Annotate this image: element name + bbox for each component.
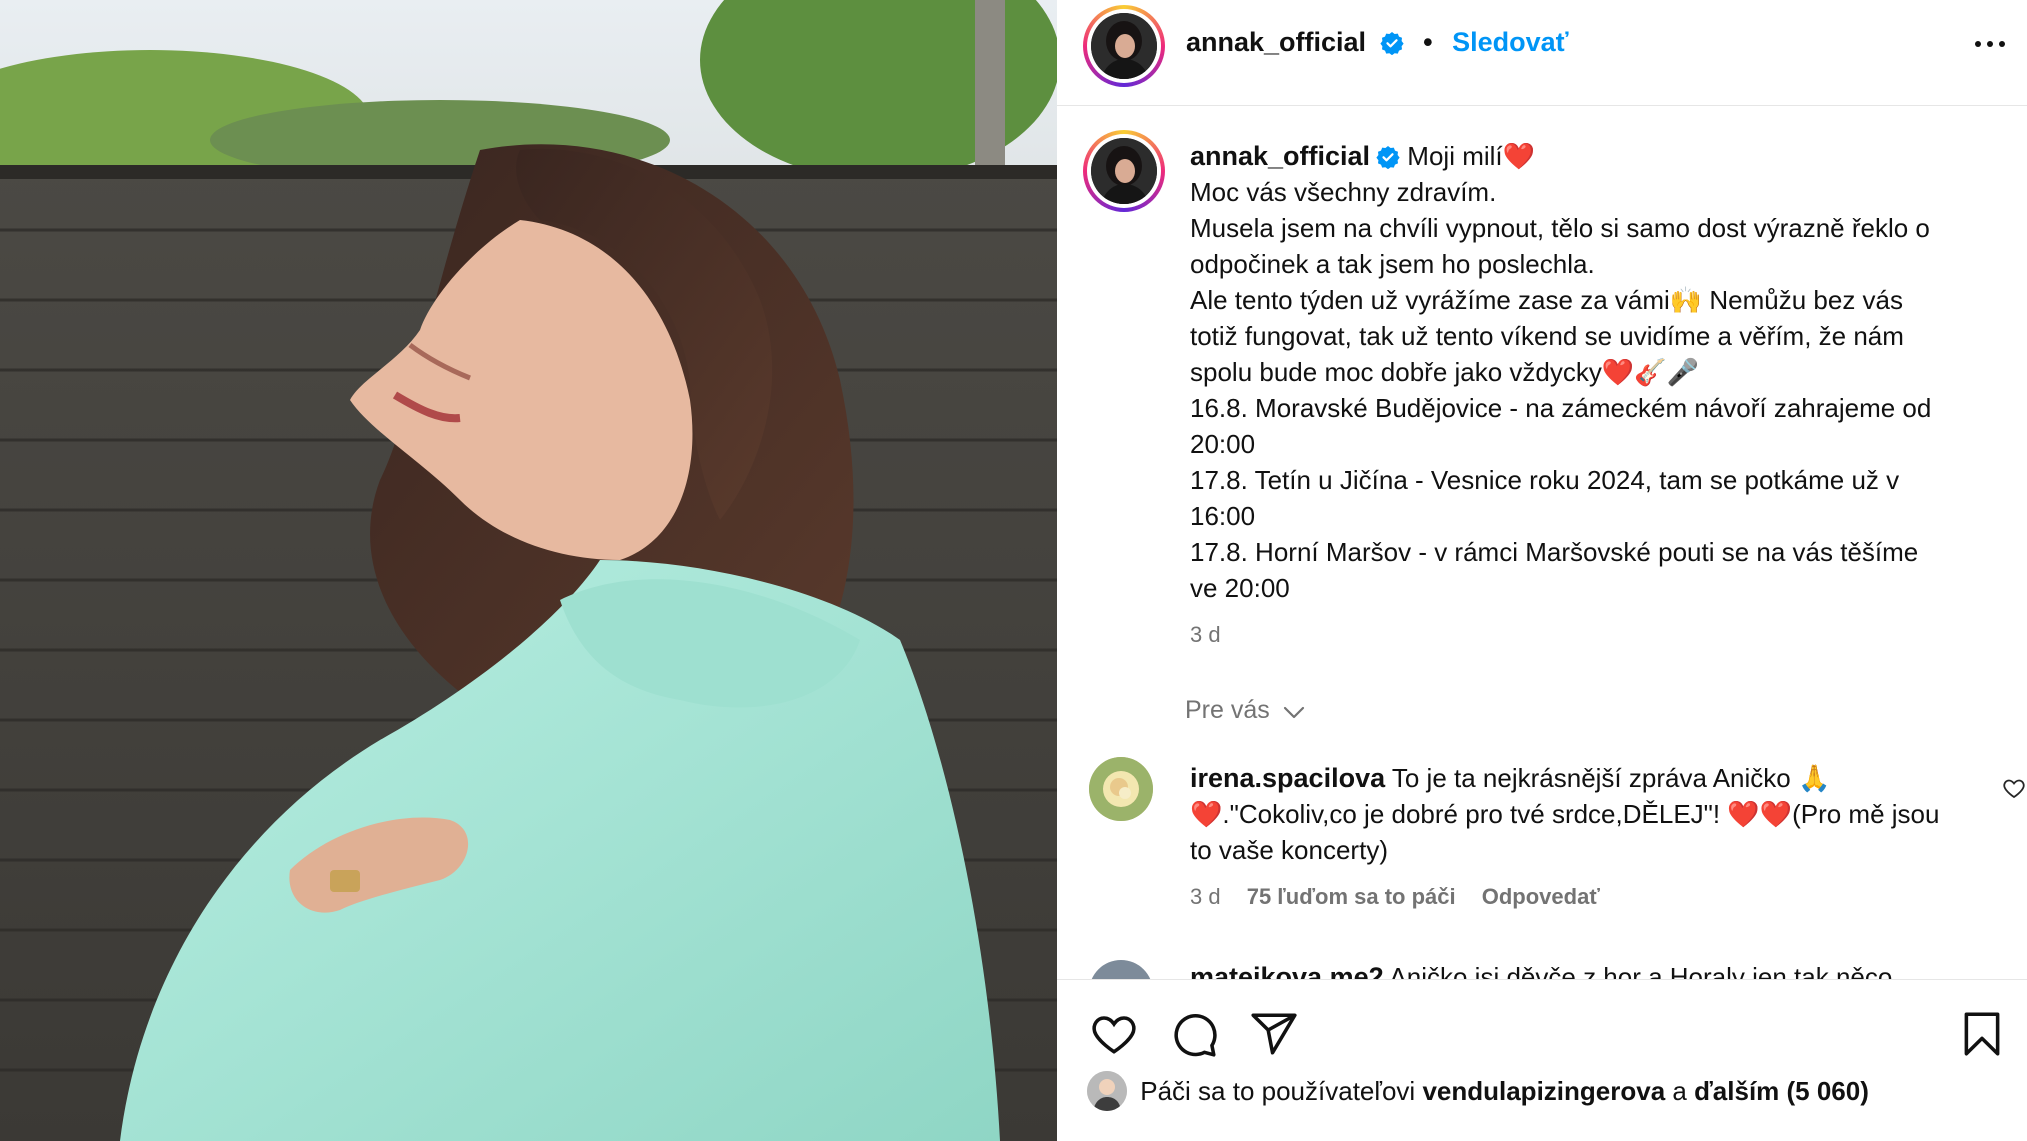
author-avatar[interactable]: [1083, 5, 1165, 87]
liker-username[interactable]: vendulapizingerova: [1422, 1076, 1665, 1106]
save-button[interactable]: [1957, 1009, 2007, 1059]
comment-like-button[interactable]: [2002, 776, 2026, 800]
photo-image: [0, 0, 1057, 1141]
caption-line: ve 20:00: [1190, 573, 1290, 603]
for-you-filter[interactable]: Pre vás: [1185, 696, 1305, 725]
verified-badge-icon: [1379, 32, 1404, 55]
caption-line: 16.8. Moravské Budějovice - na zámeckém …: [1190, 393, 1932, 423]
likes-and: a: [1672, 1076, 1687, 1106]
reply-button[interactable]: Odpovedať: [1482, 884, 1600, 909]
more-icon: [1975, 41, 2005, 47]
avatar-image: [1091, 13, 1157, 79]
author-username[interactable]: annak_official: [1186, 27, 1366, 57]
caption-line: totiž fungovat, tak už tento víkend se u…: [1190, 321, 1904, 351]
comment-button[interactable]: [1169, 1009, 1219, 1059]
caption-text: Moji milí❤️: [1407, 141, 1535, 171]
share-button[interactable]: [1249, 1009, 1299, 1059]
post-caption: annak_official Moji milí❤️ Moc vás všech…: [1190, 138, 2020, 606]
comment-line: to vaše koncerty): [1190, 835, 1388, 865]
heart-icon: [1092, 1016, 1136, 1054]
post-header: annak_official • Sledovať: [1057, 0, 2027, 106]
comment-likes-count[interactable]: 75 ľuďom sa to páči: [1247, 884, 1456, 909]
caption-line: 17.8. Horní Maršov - v rámci Maršovské p…: [1190, 537, 1919, 567]
post-side-panel: annak_official • Sledovať annak_official…: [1057, 0, 2027, 1141]
likes-prefix: Páči sa to používateľovi: [1140, 1076, 1416, 1106]
follow-button[interactable]: Sledovať: [1452, 27, 1568, 57]
comment-author[interactable]: irena.spacilova: [1190, 763, 1385, 793]
likes-others[interactable]: ďalším (5 060): [1694, 1076, 1869, 1106]
caption-line: spolu bude moc dobře jako vždycky❤️🎸🎤: [1190, 357, 1700, 387]
verified-badge-icon: [1376, 146, 1400, 169]
comment-text: To je ta nejkrásnější zpráva Aničko 🙏: [1391, 763, 1831, 793]
comment-line: ❤️."Cokoliv,co je dobré pro tvé srdce,DĚ…: [1190, 799, 1940, 829]
caption-line: Moc vás všechny zdravím.: [1190, 177, 1497, 207]
for-you-label: Pre vás: [1185, 696, 1270, 724]
caption-line: 20:00: [1190, 429, 1256, 459]
commenter-avatar[interactable]: [1089, 757, 1153, 821]
separator-dot: •: [1423, 27, 1433, 57]
avatar-image: [1087, 1071, 1127, 1111]
comment-icon: [1174, 1014, 1217, 1057]
like-button[interactable]: [1089, 1009, 1139, 1059]
comment-meta: 3 d 75 ľuďom sa to páči Odpovedať: [1190, 884, 1620, 910]
likes-summary[interactable]: Páči sa to používateľovi vendulapizinger…: [1087, 1071, 1869, 1111]
share-icon: [1251, 1013, 1297, 1055]
liker-avatar: [1087, 1071, 1127, 1111]
caption-line: annak_official Moji milí❤️: [1190, 138, 2020, 174]
chevron-down-icon: [1283, 706, 1304, 719]
comment: irena.spacilova To je ta nejkrásnější zp…: [1190, 760, 1990, 868]
more-options-button[interactable]: [1965, 24, 2015, 64]
caption-author[interactable]: annak_official: [1190, 141, 1370, 171]
comment-timestamp[interactable]: 3 d: [1190, 884, 1221, 909]
bookmark-icon: [1964, 1012, 2000, 1056]
comment-line: irena.spacilova To je ta nejkrásnější zp…: [1190, 760, 1990, 796]
caption-line: odpočinek a tak jsem ho poslechla.: [1190, 249, 1595, 279]
caption-author-avatar[interactable]: [1083, 130, 1165, 212]
avatar-image: [1089, 757, 1153, 821]
post-photo[interactable]: [0, 0, 1057, 1141]
heart-icon: [2003, 779, 2025, 799]
caption-timestamp[interactable]: 3 d: [1190, 622, 1221, 648]
caption-line: 16:00: [1190, 501, 1256, 531]
action-bar: Páči sa to používateľovi vendulapizinger…: [1057, 979, 2027, 1141]
caption-line: 17.8. Tetín u Jičína - Vesnice roku 2024…: [1190, 465, 1900, 495]
avatar-image: [1091, 138, 1157, 204]
caption-line: Ale tento týden už vyrážíme zase za vámi…: [1190, 285, 1904, 315]
post-header-row: annak_official • Sledovať: [1186, 27, 1569, 58]
caption-line: Musela jsem na chvíli vypnout, tělo si s…: [1190, 213, 1930, 243]
